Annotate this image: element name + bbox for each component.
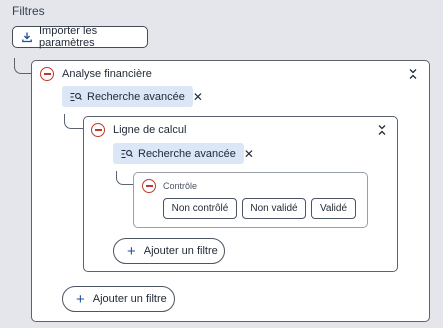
advanced-search-chip[interactable]: Recherche avancée ✕: [113, 143, 254, 164]
plus-icon: +: [76, 290, 85, 308]
option-non-controle[interactable]: Non contrôlé: [163, 198, 237, 219]
filter-group-label: Contrôle: [163, 181, 198, 191]
tree-connector: [14, 58, 31, 74]
chip-label: Recherche avancée: [87, 90, 185, 103]
remove-filter-icon[interactable]: [142, 179, 156, 193]
tree-connector: [116, 171, 133, 185]
tree-connector: [64, 114, 83, 129]
page-title: Filtres: [12, 4, 45, 18]
add-filter-label: Ajouter un filtre: [92, 293, 167, 305]
close-icon[interactable]: ✕: [244, 148, 254, 160]
plus-icon: +: [127, 242, 136, 260]
remove-filter-icon[interactable]: [91, 123, 105, 137]
chip-label: Recherche avancée: [138, 147, 236, 160]
add-filter-button[interactable]: + Ajouter un filtre: [62, 286, 175, 312]
add-filter-button[interactable]: + Ajouter un filtre: [113, 238, 225, 264]
collapse-icon[interactable]: [377, 124, 387, 136]
advanced-search-icon: [70, 92, 82, 102]
option-non-valide[interactable]: Non validé: [242, 198, 306, 219]
remove-filter-icon[interactable]: [40, 67, 54, 81]
option-valide[interactable]: Validé: [311, 198, 356, 219]
filter-group-label: Analyse financière: [62, 68, 152, 80]
filter-group-label: Ligne de calcul: [113, 124, 187, 136]
import-settings-label: Importer les paramètres: [39, 25, 98, 49]
advanced-search-icon: [121, 149, 133, 159]
close-icon[interactable]: ✕: [193, 91, 203, 103]
import-settings-button[interactable]: Importer les paramètres: [12, 25, 148, 49]
collapse-icon[interactable]: [408, 68, 418, 80]
advanced-search-chip[interactable]: Recherche avancée ✕: [62, 86, 203, 107]
add-filter-label: Ajouter un filtre: [143, 245, 218, 257]
download-icon: [21, 31, 33, 43]
